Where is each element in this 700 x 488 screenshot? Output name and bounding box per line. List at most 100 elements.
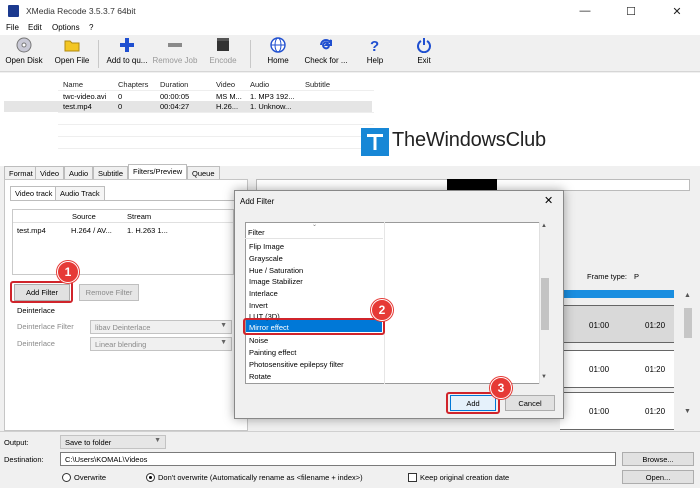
- remove-job-button[interactable]: Remove Job: [152, 37, 198, 70]
- file-row[interactable]: test.mp4 0 00:04:27 H.26... 1. Unknow...: [58, 102, 374, 112]
- destination-label: Destination:: [4, 455, 44, 464]
- tab-subtitle[interactable]: Subtitle: [93, 166, 129, 179]
- step-badge-1: 1: [57, 261, 79, 283]
- encode-button[interactable]: Encode: [205, 37, 241, 70]
- row-divider: [58, 90, 374, 91]
- close-button[interactable]: ✕: [654, 0, 700, 22]
- deinterlace-section-label: Deinterlace: [17, 306, 55, 315]
- deinterlace-select[interactable]: Linear blending ▼: [90, 337, 232, 351]
- track-column-stream[interactable]: Stream: [127, 212, 151, 221]
- column-video[interactable]: Video: [216, 80, 235, 89]
- filter-item[interactable]: Rotate: [249, 372, 271, 381]
- globe-icon: [270, 37, 286, 53]
- file-list: [0, 73, 700, 166]
- dont-overwrite-label: Don't overwrite (Automatically rename as…: [158, 473, 363, 482]
- column-duration[interactable]: Duration: [160, 80, 188, 89]
- column-subtitle[interactable]: Subtitle: [305, 80, 330, 89]
- film-icon: [217, 38, 229, 51]
- check-for-updates-button[interactable]: Check for ...: [302, 37, 350, 70]
- window-title: XMedia Recode 3.5.3.7 64bit: [26, 6, 136, 16]
- power-icon: [417, 38, 431, 53]
- home-button[interactable]: Home: [260, 37, 296, 70]
- dont-overwrite-radio[interactable]: [146, 473, 155, 482]
- menu-edit[interactable]: Edit: [28, 23, 42, 32]
- maximize-button[interactable]: ☐: [608, 0, 654, 22]
- filter-item[interactable]: Hue / Saturation: [249, 266, 303, 275]
- watermark-text: TheWindowsClub: [392, 129, 546, 151]
- filter-item[interactable]: Photosensitive epilepsy filter: [249, 360, 344, 369]
- scroll-up-icon[interactable]: ▲: [684, 292, 691, 299]
- scroll-thumb[interactable]: [541, 278, 549, 330]
- timeline-scrollbar[interactable]: ▲ ▼: [682, 290, 694, 420]
- deinterlace-label: Deinterlace: [17, 339, 55, 348]
- subtab-video-track[interactable]: Video track: [10, 186, 58, 200]
- title-bar: XMedia Recode 3.5.3.7 64bit — ☐ ✕: [0, 0, 700, 22]
- keep-date-checkbox[interactable]: [408, 473, 417, 482]
- filter-item[interactable]: Invert: [249, 301, 268, 310]
- dialog-close-button[interactable]: ✕: [544, 194, 553, 207]
- menu-options[interactable]: Options: [52, 23, 80, 32]
- tab-queue[interactable]: Queue: [187, 166, 220, 179]
- disc-icon: [16, 37, 32, 53]
- track-header-divider: [13, 222, 233, 223]
- tab-video[interactable]: Video: [35, 166, 65, 179]
- scroll-up-icon[interactable]: ▲: [541, 223, 547, 229]
- keep-date-label: Keep original creation date: [420, 473, 510, 482]
- tab-audio[interactable]: Audio: [64, 166, 94, 179]
- menu-file[interactable]: File: [6, 23, 19, 32]
- tab-format[interactable]: Format: [4, 166, 38, 179]
- filter-item[interactable]: Noise: [249, 336, 268, 345]
- timeline-track[interactable]: 01:00 01:20: [560, 350, 674, 388]
- tab-filters-preview[interactable]: Filters/Preview: [128, 164, 188, 179]
- menu-help[interactable]: ?: [89, 23, 93, 32]
- toolbar: Open Disk Open File Add to qu... Remove …: [0, 35, 700, 72]
- chevron-down-icon: ▼: [154, 437, 161, 444]
- subtab-divider: [10, 200, 244, 201]
- subtab-audio-track[interactable]: Audio Track: [55, 186, 105, 200]
- folder-icon: [64, 40, 80, 52]
- column-name[interactable]: Name: [63, 80, 83, 89]
- filter-item[interactable]: Painting effect: [249, 348, 296, 357]
- browse-button[interactable]: Browse...: [622, 452, 694, 466]
- timeline-track[interactable]: 01:00 01:20: [560, 392, 674, 430]
- track-column-source[interactable]: Source: [72, 212, 96, 221]
- chevron-down-icon: ▼: [220, 322, 227, 329]
- timeline-track[interactable]: 01:00 01:20: [560, 305, 674, 343]
- output-select[interactable]: Save to folder ▼: [60, 435, 166, 449]
- filter-item[interactable]: Interlace: [249, 289, 278, 298]
- filter-item[interactable]: Grayscale: [249, 254, 283, 263]
- question-icon: ?: [370, 38, 379, 53]
- toolbar-separator: [250, 40, 251, 68]
- exit-button[interactable]: Exit: [408, 37, 440, 70]
- frame-type-value: P: [634, 272, 640, 281]
- highlight-mirror-effect: [243, 318, 385, 335]
- add-to-queue-button[interactable]: Add to qu...: [104, 37, 150, 70]
- open-disk-button[interactable]: Open Disk: [4, 37, 44, 70]
- minimize-button[interactable]: —: [562, 0, 608, 22]
- filter-item[interactable]: Image Stabilizer: [249, 277, 303, 286]
- filter-item[interactable]: Flip Image: [249, 242, 284, 251]
- column-chapters[interactable]: Chapters: [118, 80, 148, 89]
- refresh-icon: [320, 39, 332, 50]
- open-file-button[interactable]: Open File: [52, 37, 92, 70]
- scroll-down-icon[interactable]: ▼: [684, 408, 691, 415]
- column-audio[interactable]: Audio: [250, 80, 269, 89]
- remove-filter-button[interactable]: Remove Filter: [79, 284, 139, 301]
- scroll-thumb[interactable]: [684, 308, 692, 338]
- destination-input[interactable]: C:\Users\KOMAL\Videos: [60, 452, 616, 466]
- dialog-scrollbar[interactable]: ▲ ▼: [539, 222, 550, 384]
- row-divider: [58, 112, 374, 113]
- highlight-add-filter: [10, 281, 73, 303]
- frame-type-label: Frame type:: [587, 272, 628, 281]
- minus-icon: [168, 43, 182, 47]
- cancel-button[interactable]: Cancel: [505, 395, 555, 411]
- scroll-down-icon[interactable]: ▼: [541, 374, 547, 380]
- open-button[interactable]: Open...: [622, 470, 694, 484]
- filter-list-header[interactable]: Filter ⌄: [245, 222, 383, 239]
- overwrite-radio[interactable]: [62, 473, 71, 482]
- track-row[interactable]: test.mp4 H.264 / AV... 1. H.263 1...: [13, 224, 233, 235]
- position-bar[interactable]: [560, 290, 674, 298]
- file-row[interactable]: twc-video.avi 0 00:00:05 MS M... 1. MP3 …: [58, 92, 374, 102]
- deinterlace-filter-select[interactable]: libav Deinterlace ▼: [90, 320, 232, 334]
- help-button[interactable]: ? Help: [358, 37, 392, 70]
